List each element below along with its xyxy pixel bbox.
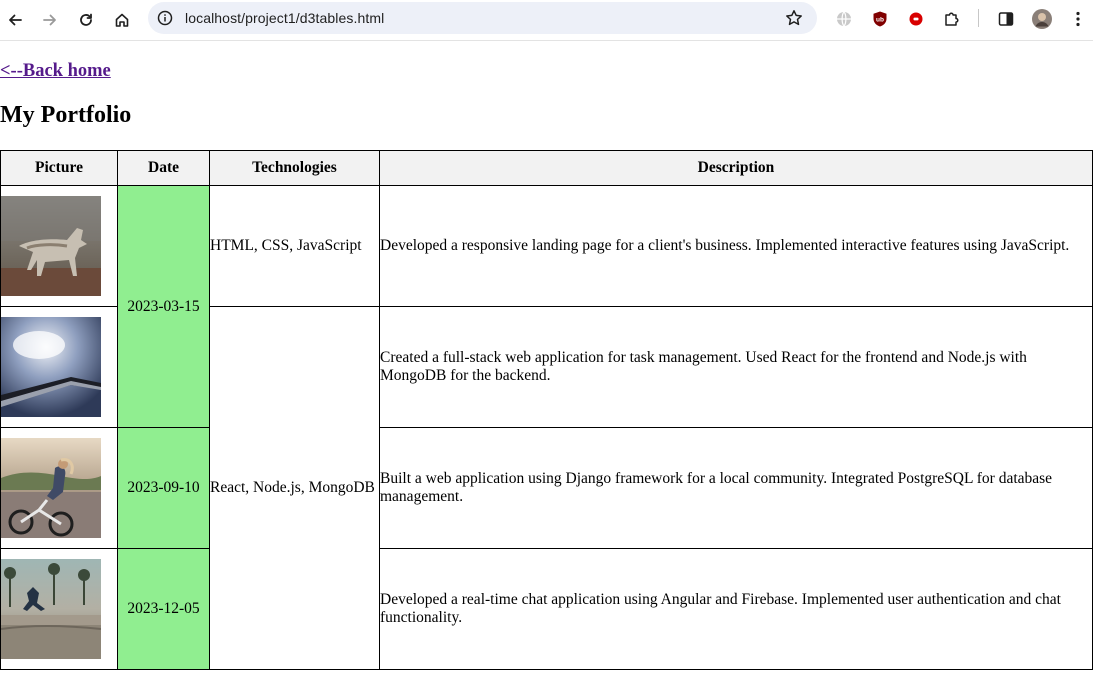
profile-avatar[interactable] bbox=[1031, 8, 1053, 30]
back-arrow-icon[interactable] bbox=[2, 7, 28, 33]
phone-closeup-photo bbox=[1, 317, 101, 417]
picture-cell bbox=[0, 185, 118, 307]
svg-text:ub: ub bbox=[876, 17, 884, 24]
table-row: 2023-09-10 Built a web application using… bbox=[0, 427, 1093, 549]
description-cell: Built a web application using Django fra… bbox=[379, 427, 1093, 549]
forward-arrow-icon[interactable] bbox=[37, 7, 63, 33]
ublock-shield-icon[interactable]: ub bbox=[869, 8, 891, 30]
toolbar-divider bbox=[978, 9, 979, 27]
site-info-icon[interactable] bbox=[156, 9, 174, 27]
date-cell: 2023-12-05 bbox=[117, 548, 210, 670]
description-cell: Developed a responsive landing page for … bbox=[379, 185, 1093, 307]
reload-icon[interactable] bbox=[73, 7, 99, 33]
bookmark-star-icon[interactable] bbox=[784, 8, 804, 28]
globe-extension-icon[interactable] bbox=[833, 8, 855, 30]
home-icon[interactable] bbox=[109, 7, 135, 33]
wolf-photo bbox=[1, 196, 101, 296]
cyclist-photo bbox=[1, 438, 101, 538]
picture-cell bbox=[0, 548, 118, 670]
date-cell: 2023-09-10 bbox=[117, 427, 210, 549]
back-home-link[interactable]: <--Back home bbox=[0, 61, 111, 82]
extensions-puzzle-icon[interactable] bbox=[941, 8, 963, 30]
header-description: Description bbox=[379, 150, 1093, 186]
header-date: Date bbox=[117, 150, 210, 186]
side-panel-icon[interactable] bbox=[995, 8, 1017, 30]
table-header-row: Picture Date Technologies Description bbox=[0, 150, 1093, 186]
portfolio-table: Picture Date Technologies Description 20… bbox=[0, 150, 1093, 670]
skatepark-photo bbox=[1, 559, 101, 659]
picture-cell bbox=[0, 427, 118, 549]
description-cell: Created a full-stack web application for… bbox=[379, 306, 1093, 428]
table-row: 2023-12-05 Developed a real-time chat ap… bbox=[0, 548, 1093, 670]
technologies-cell: HTML, CSS, JavaScript bbox=[209, 185, 380, 307]
technologies-cell: React, Node.js, MongoDB bbox=[209, 306, 380, 670]
address-bar[interactable]: localhost/project1/d3tables.html bbox=[148, 2, 817, 34]
record-extension-icon[interactable] bbox=[905, 8, 927, 30]
date-cell: 2023-03-15 bbox=[117, 185, 210, 428]
browser-toolbar: localhost/project1/d3tables.html ub bbox=[0, 0, 1093, 41]
picture-cell bbox=[0, 306, 118, 428]
url-text[interactable]: localhost/project1/d3tables.html bbox=[185, 10, 384, 26]
header-picture: Picture bbox=[0, 150, 118, 186]
header-technologies: Technologies bbox=[209, 150, 380, 186]
kebab-menu-icon[interactable] bbox=[1067, 8, 1089, 30]
table-row: 2023-03-15 HTML, CSS, JavaScript Develop… bbox=[0, 185, 1093, 428]
page-title: My Portfolio bbox=[0, 102, 132, 128]
description-cell: Developed a real-time chat application u… bbox=[379, 548, 1093, 670]
